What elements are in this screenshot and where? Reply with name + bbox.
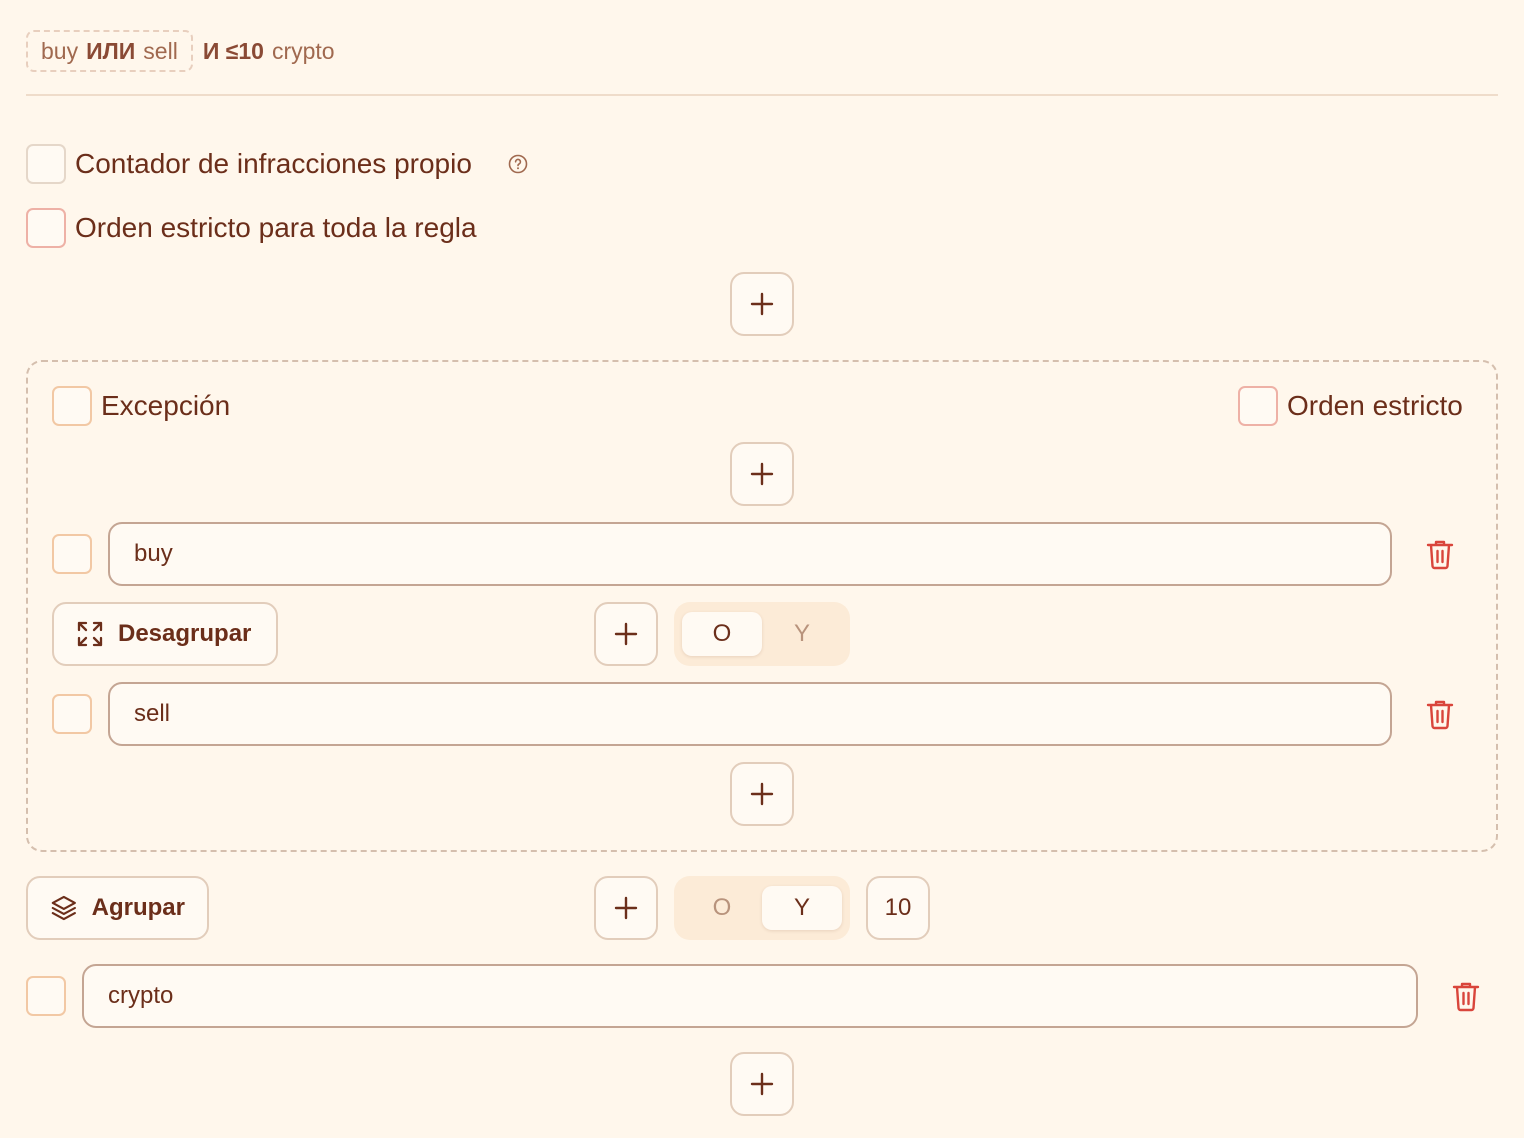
add-term-button-bottom[interactable]	[730, 1052, 794, 1116]
plus-icon	[750, 462, 774, 486]
term-checkbox-crypto[interactable]	[26, 976, 66, 1016]
plus-icon	[750, 1072, 774, 1096]
own-counter-label: Contador de infracciones propio	[75, 148, 472, 179]
trash-icon[interactable]	[1451, 980, 1481, 1012]
summary-group: buy ИЛИ sell	[26, 30, 193, 72]
trash-icon[interactable]	[1425, 538, 1455, 570]
own-counter-checkbox[interactable]	[26, 144, 66, 184]
toggle-option-y[interactable]: Y	[762, 612, 842, 656]
summary-outer-term: crypto	[271, 37, 335, 64]
plus-icon	[614, 896, 638, 920]
toggle-option-o[interactable]: O	[682, 612, 762, 656]
group-strict-order-checkbox[interactable]	[1238, 386, 1278, 426]
toggle-option-o[interactable]: O	[682, 886, 762, 930]
group-strict-order-label: Orden estricto	[1287, 390, 1463, 421]
strict-order-rule-checkbox[interactable]	[26, 208, 66, 248]
summary-group-operator: ИЛИ	[86, 37, 136, 64]
add-term-button-top[interactable]	[730, 272, 794, 336]
group-operator-toggle: O Y	[674, 602, 850, 666]
outer-operator-toggle: O Y	[674, 876, 850, 940]
summary-group-term-1: buy	[41, 37, 79, 64]
add-term-button-group-top[interactable]	[730, 442, 794, 506]
expand-icon	[77, 621, 103, 647]
plus-icon	[614, 622, 638, 646]
add-term-button-group-mid[interactable]	[594, 602, 658, 666]
add-term-button-group-bottom[interactable]	[730, 762, 794, 826]
layers-icon	[51, 895, 76, 921]
add-term-button-outer-mid[interactable]	[594, 876, 658, 940]
distance-input[interactable]: 10	[866, 876, 930, 940]
ungroup-label: Desagrupar	[118, 620, 252, 647]
exception-checkbox[interactable]	[52, 386, 92, 426]
plus-icon	[750, 782, 774, 806]
toggle-option-y[interactable]: Y	[762, 886, 842, 930]
strict-order-rule-label: Orden estricto para toda la regla	[75, 212, 477, 243]
plus-icon	[750, 292, 774, 316]
term-input-sell[interactable]	[108, 682, 1392, 746]
help-icon[interactable]	[508, 154, 528, 174]
summary-group-term-2: sell	[143, 37, 178, 64]
group-label: Agrupar	[91, 894, 185, 921]
term-input-crypto[interactable]	[82, 964, 1418, 1028]
group-button[interactable]: Agrupar	[26, 876, 209, 940]
divider	[26, 94, 1498, 96]
term-checkbox-sell[interactable]	[52, 694, 92, 734]
rule-summary: buy ИЛИ sell И ≤10 crypto	[26, 30, 335, 72]
ungroup-button[interactable]: Desagrupar	[52, 602, 278, 666]
trash-icon[interactable]	[1425, 698, 1455, 730]
summary-outer-operator: И ≤10	[202, 37, 264, 64]
term-checkbox-buy[interactable]	[52, 534, 92, 574]
exception-label: Excepción	[101, 390, 231, 421]
term-input-buy[interactable]	[108, 522, 1392, 586]
